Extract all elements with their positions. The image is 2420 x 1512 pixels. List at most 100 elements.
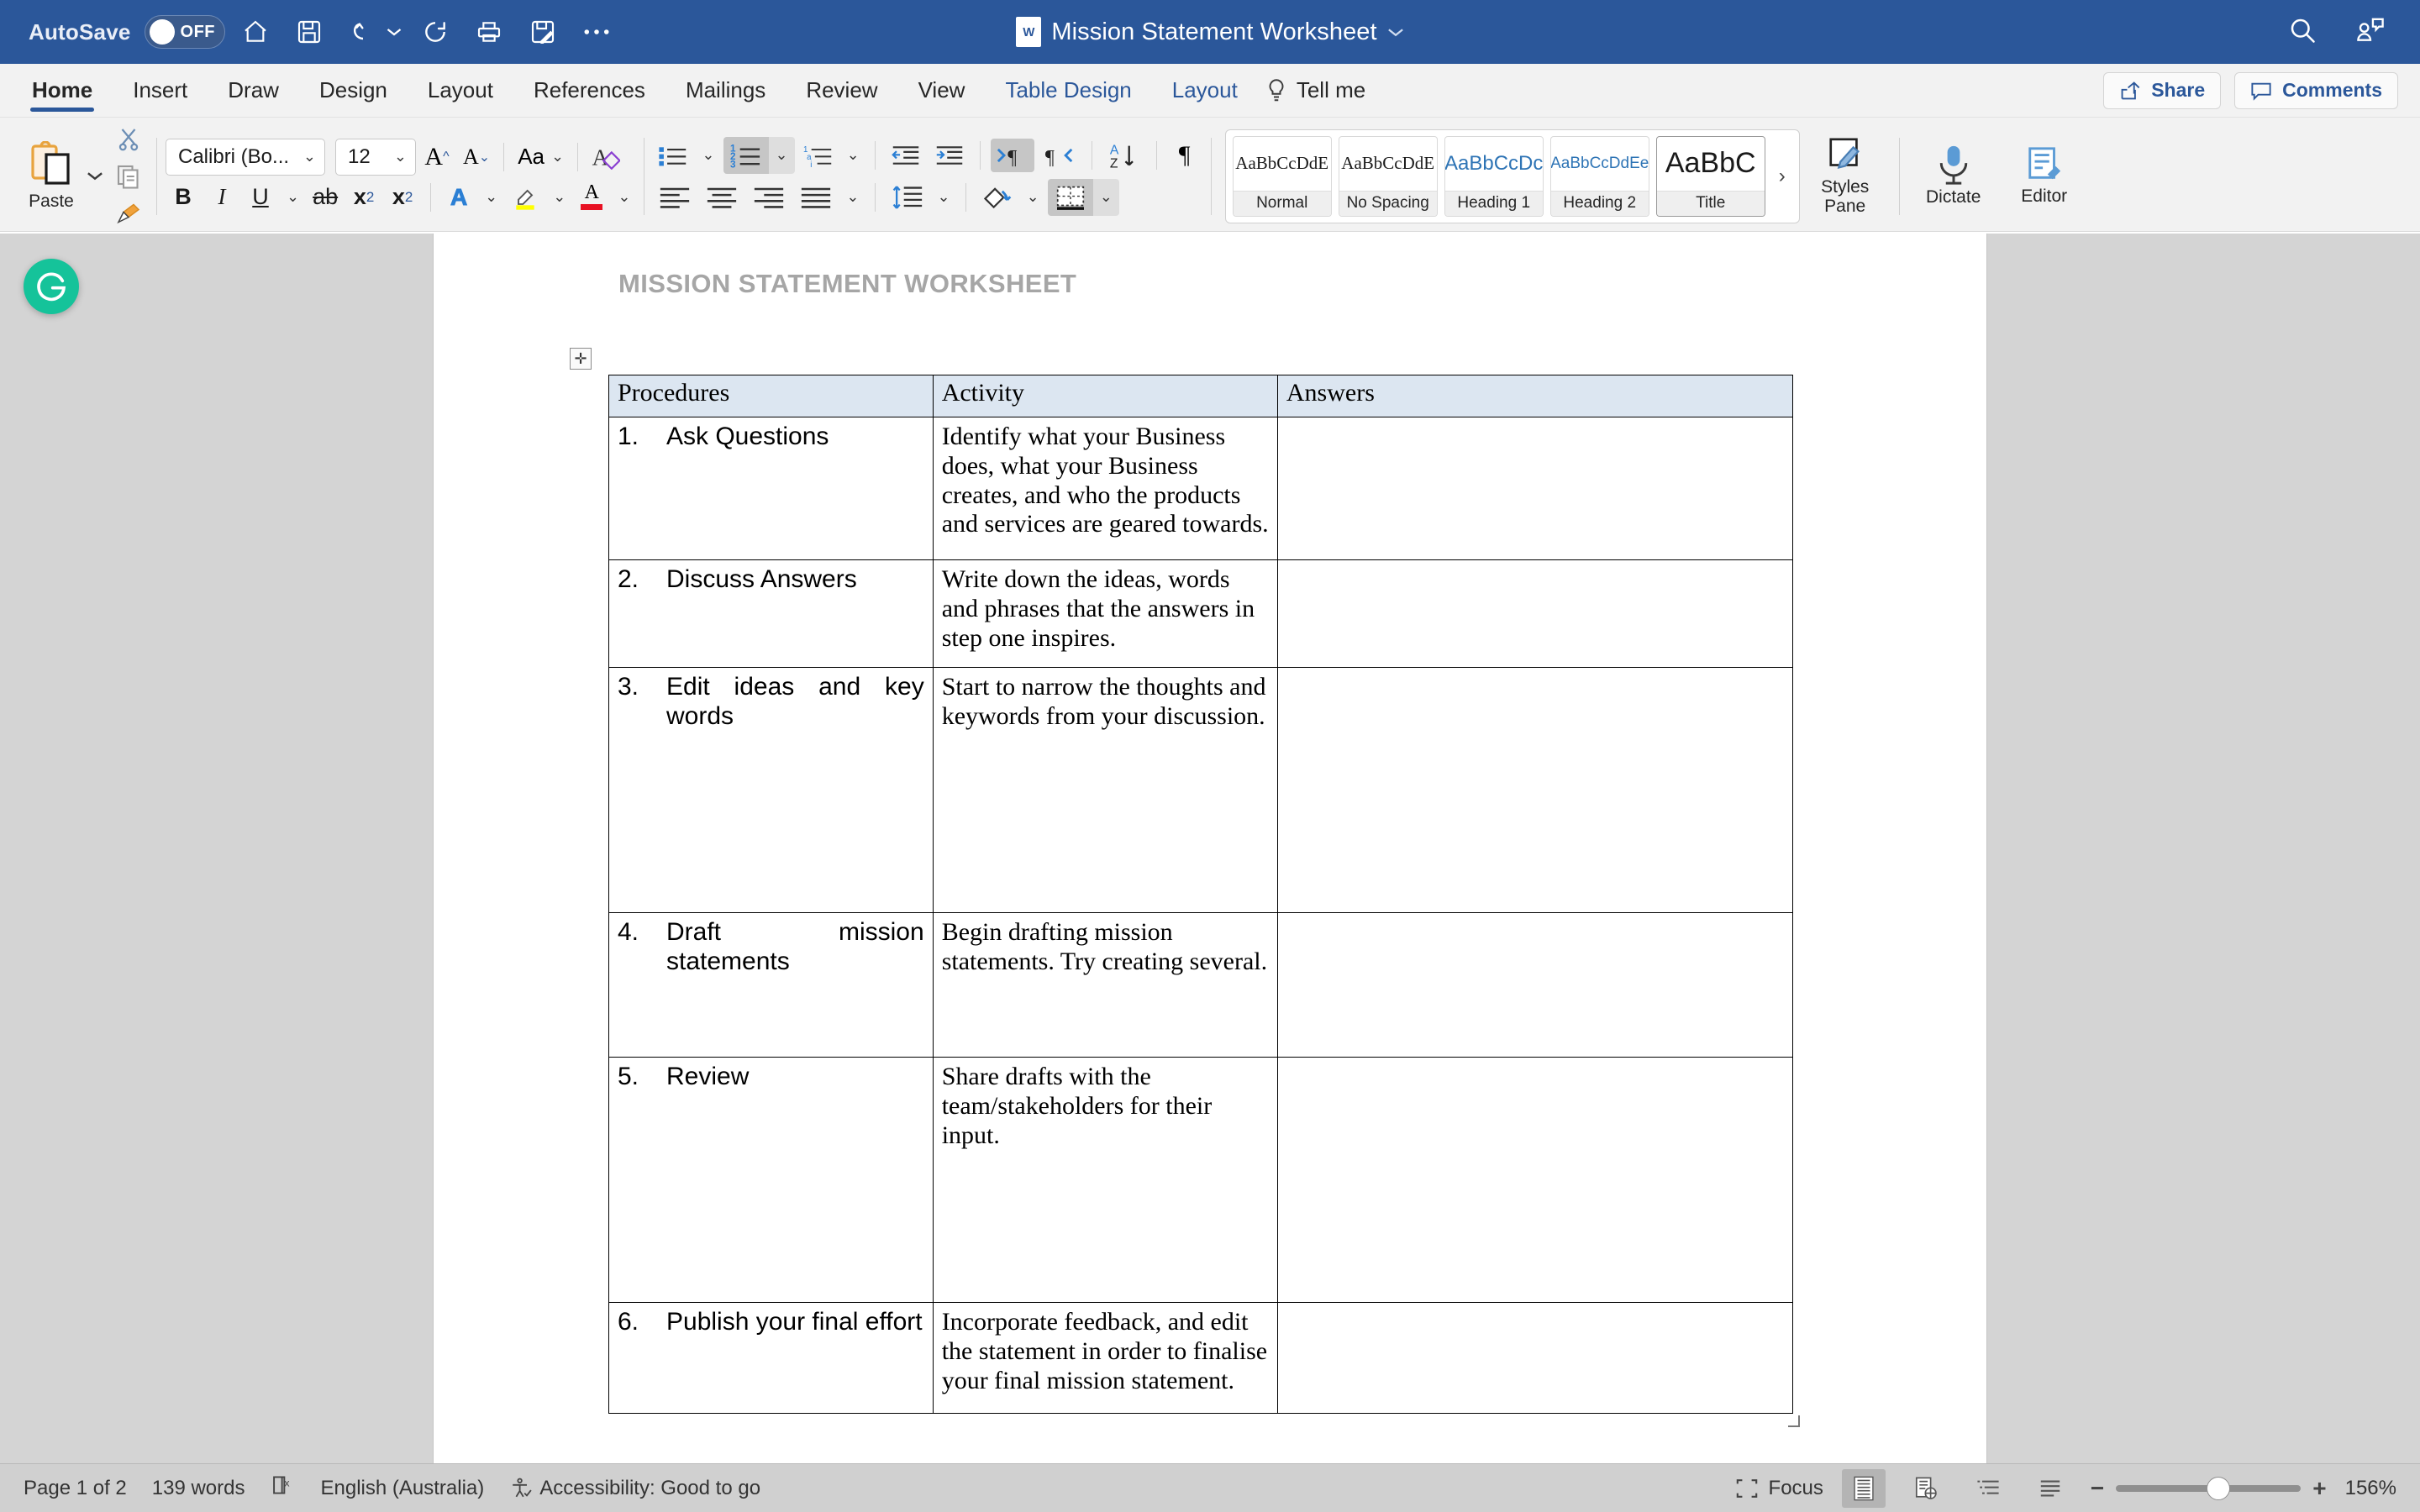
- decrease-indent-icon[interactable]: [886, 139, 926, 172]
- tab-design[interactable]: Design: [299, 64, 408, 117]
- cut-icon[interactable]: [109, 123, 148, 155]
- document-workspace[interactable]: MISSION STATEMENT WORKSHEET ✛ Procedures…: [0, 234, 2420, 1463]
- dictate-button[interactable]: Dictate: [1908, 121, 1999, 231]
- styles-pane-button[interactable]: Styles Pane: [1800, 121, 1891, 231]
- outline-icon[interactable]: [1966, 1469, 2010, 1508]
- highlight-dropdown-icon[interactable]: ⌄: [548, 181, 571, 214]
- tab-references[interactable]: References: [513, 64, 666, 117]
- line-spacing-icon[interactable]: [886, 181, 929, 214]
- document-title[interactable]: Mission Statement Worksheet: [1051, 18, 1376, 46]
- strikethrough-button[interactable]: ab: [308, 181, 343, 214]
- styles-more-icon[interactable]: ›: [1772, 165, 1792, 188]
- justify-icon[interactable]: [794, 181, 838, 214]
- text-effects-dropdown-icon[interactable]: ⌄: [480, 181, 502, 214]
- word-count[interactable]: 139 words: [152, 1477, 245, 1500]
- cell-activity[interactable]: Start to narrow the thoughts and keyword…: [932, 667, 1278, 913]
- focus-button[interactable]: Focus: [1735, 1477, 1823, 1500]
- sort-icon[interactable]: AZ: [1102, 139, 1146, 172]
- table-row[interactable]: 5. Review Share drafts with the team/sta…: [608, 1057, 1794, 1303]
- align-right-icon[interactable]: [747, 181, 791, 214]
- right-to-left-icon[interactable]: ¶: [1038, 139, 1081, 172]
- bold-button[interactable]: B: [166, 181, 201, 214]
- numbered-list-dropdown-icon[interactable]: ⌄: [768, 136, 795, 174]
- cell-procedure[interactable]: 5. Review: [608, 1057, 934, 1303]
- save-as-icon[interactable]: [519, 8, 566, 55]
- table-move-handle[interactable]: ✛: [570, 348, 592, 370]
- style-no-spacing[interactable]: AaBbCcDdE No Spacing: [1338, 135, 1438, 217]
- cell-answer[interactable]: [1276, 417, 1794, 560]
- show-formatting-marks-icon[interactable]: ¶: [1167, 139, 1202, 172]
- borders-button[interactable]: ⌄: [1047, 178, 1119, 216]
- tab-mailings[interactable]: Mailings: [666, 64, 786, 117]
- tab-layout[interactable]: Layout: [408, 64, 513, 117]
- shading-dropdown-icon[interactable]: ⌄: [1022, 181, 1044, 214]
- shrink-font-button[interactable]: A ⌄: [458, 140, 495, 174]
- tab-table-layout[interactable]: Layout: [1152, 64, 1258, 117]
- style-normal[interactable]: AaBbCcDdE Normal: [1232, 135, 1332, 217]
- zoom-out-button[interactable]: −: [2091, 1475, 2104, 1502]
- save-icon[interactable]: [286, 8, 333, 55]
- superscript-button[interactable]: x2: [385, 181, 420, 214]
- format-painter-icon[interactable]: [109, 197, 148, 229]
- line-spacing-dropdown-icon[interactable]: ⌄: [933, 181, 955, 214]
- font-family-select[interactable]: Calibri (Bo... ⌄: [166, 138, 325, 176]
- clear-formatting-icon[interactable]: A: [587, 140, 625, 174]
- highlight-button[interactable]: [506, 181, 544, 214]
- table-row[interactable]: 2. Discuss Answers Write down the ideas,…: [608, 559, 1794, 668]
- table-row[interactable]: 3. Edit ideas and key words Start to nar…: [608, 667, 1794, 913]
- align-center-icon[interactable]: [700, 181, 744, 214]
- tab-review[interactable]: Review: [786, 64, 897, 117]
- undo-dropdown-icon[interactable]: [383, 27, 405, 37]
- underline-dropdown-icon[interactable]: ⌄: [281, 181, 304, 214]
- cell-activity[interactable]: Begin drafting mission statements. Try c…: [932, 912, 1278, 1058]
- bullet-list-icon[interactable]: [653, 139, 693, 172]
- left-to-right-icon[interactable]: ¶: [990, 138, 1034, 172]
- subscript-button[interactable]: x2: [346, 181, 381, 214]
- document-title-chevron-down-icon[interactable]: [1387, 27, 1404, 38]
- font-size-select[interactable]: 12 ⌄: [335, 138, 416, 176]
- table-row[interactable]: 1. Ask Questions Identify what your Busi…: [608, 417, 1794, 560]
- cell-procedure[interactable]: 2. Discuss Answers: [608, 559, 934, 668]
- copy-icon[interactable]: [109, 160, 148, 192]
- tab-view[interactable]: View: [898, 64, 986, 117]
- font-color-button[interactable]: A: [574, 181, 609, 214]
- style-heading-2[interactable]: AaBbCcDdEe Heading 2: [1549, 135, 1649, 217]
- page-indicator[interactable]: Page 1 of 2: [24, 1477, 127, 1500]
- align-dropdown-icon[interactable]: ⌄: [841, 181, 864, 214]
- comments-button[interactable]: Comments: [2234, 71, 2398, 109]
- change-case-button[interactable]: Aa ⌄: [513, 140, 569, 174]
- tab-table-design[interactable]: Table Design: [985, 64, 1151, 117]
- underline-button[interactable]: U: [243, 181, 278, 214]
- tab-draw[interactable]: Draw: [208, 64, 299, 117]
- home-icon[interactable]: [232, 8, 279, 55]
- grow-font-button[interactable]: A ^: [419, 140, 455, 174]
- share-button[interactable]: Share: [2103, 71, 2222, 109]
- cell-activity[interactable]: Incorporate feedback, and edit the state…: [932, 1302, 1278, 1414]
- cell-answer[interactable]: [1276, 1057, 1794, 1303]
- cell-procedure[interactable]: 3. Edit ideas and key words: [608, 667, 934, 913]
- cell-answer[interactable]: [1276, 667, 1794, 913]
- cell-procedure[interactable]: 1. Ask Questions: [608, 417, 934, 560]
- print-icon[interactable]: [466, 8, 513, 55]
- style-title[interactable]: AaBbC Title: [1655, 135, 1765, 217]
- collaborators-icon[interactable]: [2354, 15, 2386, 50]
- increase-indent-icon[interactable]: [929, 139, 970, 172]
- text-effects-button[interactable]: A: [441, 181, 476, 214]
- cell-answer[interactable]: [1276, 912, 1794, 1058]
- shading-icon[interactable]: [976, 181, 1018, 214]
- language-indicator[interactable]: English (Australia): [321, 1477, 485, 1500]
- cell-activity[interactable]: Share drafts with the team/stakeholders …: [932, 1057, 1278, 1303]
- tell-me-button[interactable]: Tell me: [1258, 77, 1365, 103]
- print-layout-icon[interactable]: [1841, 1468, 1886, 1508]
- cell-answer[interactable]: [1276, 1302, 1794, 1414]
- proofing-errors-icon[interactable]: x: [271, 1473, 296, 1503]
- zoom-in-button[interactable]: +: [2312, 1475, 2326, 1502]
- multilevel-list-dropdown-icon[interactable]: ⌄: [842, 139, 865, 172]
- multilevel-list-icon[interactable]: 1ai: [798, 139, 839, 172]
- search-icon[interactable]: [2287, 15, 2317, 50]
- table-row[interactable]: 4. Draft mission statements Begin drafti…: [608, 912, 1794, 1058]
- italic-button[interactable]: I: [204, 181, 239, 214]
- bullet-list-dropdown-icon[interactable]: ⌄: [697, 139, 719, 172]
- align-left-icon[interactable]: [653, 181, 697, 214]
- grammarly-icon[interactable]: [24, 259, 79, 314]
